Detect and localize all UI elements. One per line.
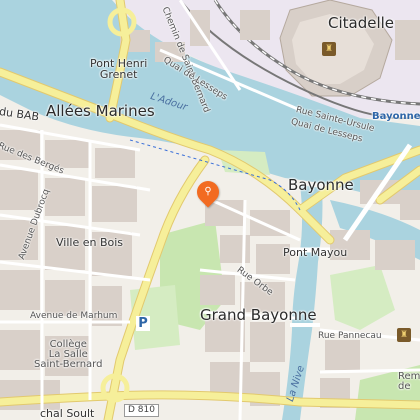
- marechal-soult-label: chal Soult: [40, 407, 95, 420]
- castle-icon[interactable]: ♜: [322, 42, 336, 56]
- remparts-label: Remp de: [398, 371, 420, 392]
- castle-icon[interactable]: ♜: [397, 328, 411, 342]
- pont-mayou-label: Pont Mayou: [283, 246, 348, 259]
- allees-marines-label: Allées Marines: [46, 102, 155, 120]
- ville-en-bois-label: Ville en Bois: [56, 236, 124, 249]
- bayonne-label: Bayonne: [288, 176, 354, 194]
- parking-icon[interactable]: P: [136, 316, 150, 331]
- map-canvas[interactable]: Citadelle ♜ Pont Henri Grenet Chemin de …: [0, 0, 420, 420]
- d810-shield: D 810: [124, 404, 159, 417]
- pont-henri-grenet-label: Pont Henri Grenet: [90, 57, 148, 81]
- citadelle-label: Citadelle: [328, 14, 395, 32]
- college-label: Collège La Salle Saint-Bernard: [34, 339, 103, 370]
- bayonne-station-label: Bayonne: [372, 111, 420, 122]
- avenue-de-marhum-label: Avenue de Marhum: [30, 311, 118, 321]
- grand-bayonne-label: Grand Bayonne: [200, 306, 317, 324]
- rue-pannecau-label: Rue Pannecau: [318, 331, 382, 341]
